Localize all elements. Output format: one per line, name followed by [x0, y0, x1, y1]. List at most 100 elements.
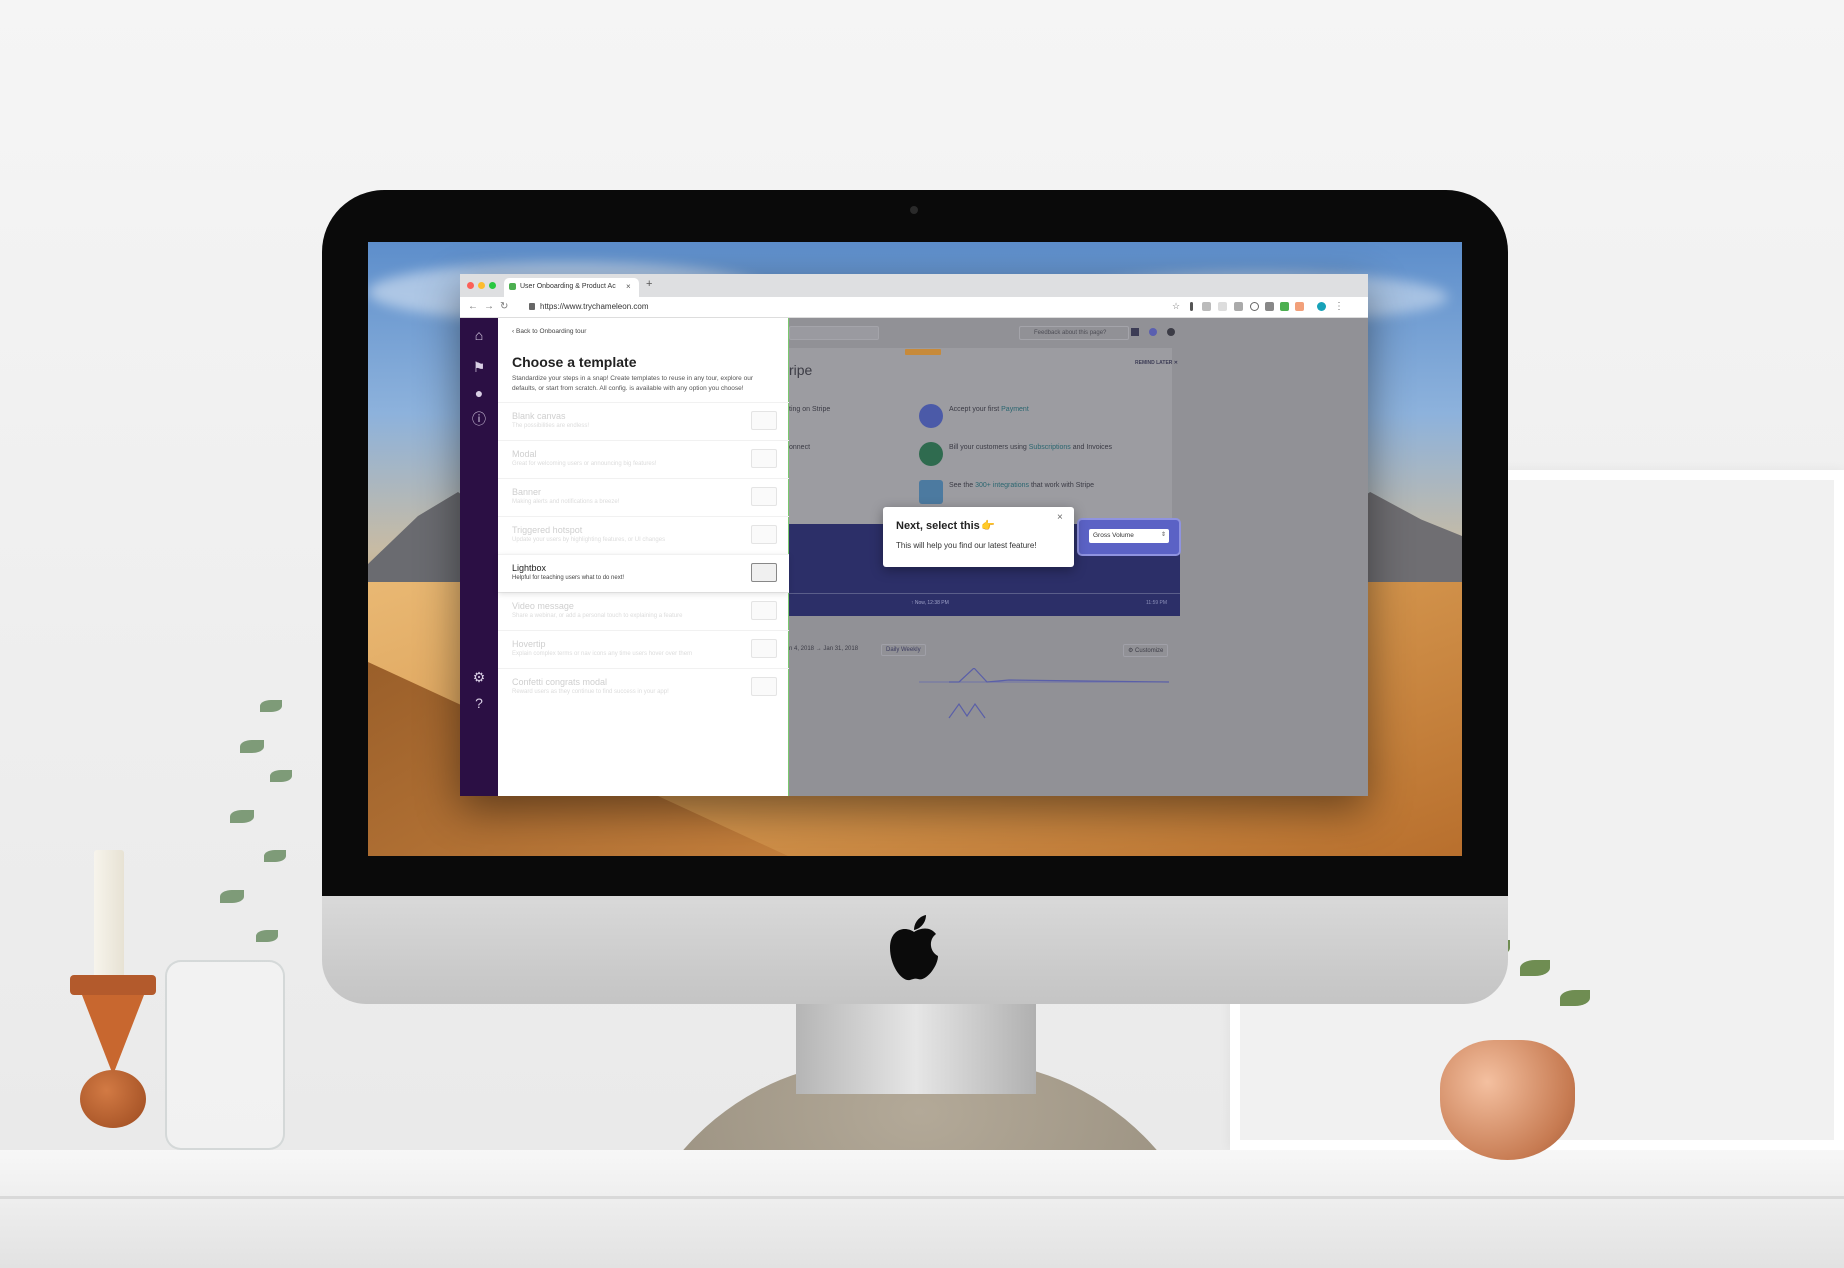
template-panel: ‹ Back to Onboarding tour Choose a templ… [498, 318, 789, 796]
tab-close-icon[interactable]: × [626, 282, 631, 291]
new-tab-icon[interactable]: + [646, 278, 652, 290]
home-icon[interactable]: ⌂ [470, 326, 488, 344]
template-desc: Helpful for teaching users what to do ne… [512, 575, 625, 581]
back-to-tour-link[interactable]: ‹ Back to Onboarding tour [512, 328, 586, 335]
lock-icon [529, 303, 535, 310]
url-input[interactable]: https://www.trychameleon.com [540, 302, 648, 311]
remind-later-link: REMIND LATER ✕ [1135, 360, 1178, 366]
template-desc: Explain complex terms or nav icons any t… [512, 651, 693, 657]
app-area: ⌂ ⚑ ● ⓘ ⚙ ? ‹ Back to Onboarding tour Ch… [460, 318, 1368, 796]
candle [94, 850, 124, 978]
template-item-triggered-hotspot[interactable]: Triggered hotspot Update your users by h… [498, 516, 789, 554]
user-icon [1167, 328, 1175, 336]
docs-icon [1131, 328, 1139, 336]
close-icon[interactable]: × [1057, 512, 1063, 523]
imac-stand [796, 1004, 1036, 1094]
dashboard-search [789, 326, 879, 340]
template-item-hovertip[interactable]: Hovertip Explain complex terms or nav ic… [498, 630, 789, 668]
template-thumbnail [751, 639, 777, 658]
highlighted-target[interactable]: Gross Volume ⇕ [1079, 520, 1179, 554]
template-title: Hovertip [512, 639, 546, 649]
task-row-integrations: See the 300+ integrations that work with… [949, 482, 1094, 489]
extension-icon[interactable] [1202, 302, 1211, 311]
extension-icon[interactable] [1190, 302, 1193, 311]
profile-avatar-icon[interactable] [1317, 302, 1326, 311]
address-bar: ← → ↻ https://www.trychameleon.com ☆ ⋮ [460, 297, 1368, 318]
subscriptions-icon [919, 442, 943, 466]
gross-volume-select[interactable]: Gross Volume ⇕ [1089, 529, 1169, 543]
template-title: Banner [512, 487, 542, 497]
template-thumbnail [751, 525, 777, 544]
template-item-blank-canvas[interactable]: Blank canvas The possibilities are endle… [498, 402, 789, 440]
extension-icon[interactable] [1265, 302, 1274, 311]
template-thumbnail [751, 411, 777, 430]
extension-icon[interactable] [1234, 302, 1243, 311]
template-title: Modal [512, 449, 537, 459]
chameleon-extension-icon[interactable] [1280, 302, 1289, 311]
chart-axis [789, 593, 1180, 594]
template-title: Lightbox [512, 563, 547, 573]
select-value: Gross Volume [1093, 532, 1134, 539]
template-item-lightbox[interactable]: Lightbox Helpful for teaching users what… [498, 554, 789, 592]
template-title: Video message [512, 601, 574, 611]
template-item-confetti-congrats-modal[interactable]: Confetti congrats modal Reward users as … [498, 668, 789, 706]
notifications-icon [1149, 328, 1157, 336]
dashboard-title-fragment: ripe [789, 362, 813, 378]
extension-icon[interactable] [1295, 302, 1304, 311]
browser-tab[interactable]: User Onboarding & Product Ac × [504, 278, 639, 297]
extension-icon[interactable] [1250, 302, 1259, 311]
feedback-input: Feedback about this page? [1019, 326, 1129, 340]
template-title: Blank canvas [512, 411, 566, 421]
template-desc: Great for welcoming users or announcing … [512, 461, 657, 467]
reload-icon[interactable]: ↻ [500, 301, 508, 312]
lightbulb-icon[interactable]: ● [470, 384, 488, 402]
pointing-hand-icon: 👉 [981, 520, 995, 532]
apple-logo-icon [890, 915, 938, 981]
template-desc: Share a webinar, or add a personal touch… [512, 613, 683, 619]
template-thumbnail [751, 601, 777, 620]
template-thumbnail [751, 677, 777, 696]
template-item-modal[interactable]: Modal Great for welcoming users or annou… [498, 440, 789, 478]
daily-weekly-toggle: Daily Weekly [881, 644, 926, 656]
template-item-video-message[interactable]: Video message Share a webinar, or add a … [498, 592, 789, 630]
template-desc: Making alerts and notifications a breeze… [512, 499, 620, 505]
sparkline-chart [919, 668, 1169, 719]
browser-menu-icon[interactable]: ⋮ [1334, 301, 1344, 312]
minimize-window-icon[interactable] [478, 282, 485, 289]
app-sidebar: ⌂ ⚑ ● ⓘ ⚙ ? [460, 318, 498, 796]
help-icon[interactable]: ? [470, 694, 488, 712]
template-item-banner[interactable]: Banner Making alerts and notifications a… [498, 478, 789, 516]
task-row-payment: Accept your first Payment [949, 406, 1029, 413]
chameleon-favicon-icon [509, 283, 516, 290]
bookmark-star-icon[interactable]: ☆ [1172, 301, 1180, 312]
page-title: Choose a template [512, 354, 637, 370]
template-thumbnail [751, 563, 777, 582]
back-arrow-icon[interactable]: ← [468, 301, 478, 312]
back-link-label: Back to Onboarding tour [515, 328, 587, 335]
template-thumbnail [751, 449, 777, 468]
settings-gear-icon[interactable]: ⚙ [470, 668, 488, 686]
forward-arrow-icon[interactable]: → [484, 301, 494, 312]
template-desc: Reward users as they continue to find su… [512, 689, 669, 695]
dimmed-dashboard: Feedback about this page? ripe REMIND LA… [789, 318, 1368, 796]
browser-window: User Onboarding & Product Ac × + ← → ↻ h… [460, 274, 1368, 796]
chart-end-label: 11:59 PM [1146, 600, 1168, 606]
template-desc: Update your users by highlighting featur… [512, 537, 666, 543]
camera-icon [910, 206, 918, 214]
customize-button: ⚙ Customize [1123, 644, 1169, 657]
maximize-window-icon[interactable] [489, 282, 496, 289]
lightbox-tooltip: Next, select this 👉 This will help you f… [883, 507, 1074, 567]
close-window-icon[interactable] [467, 282, 474, 289]
status-badge [905, 349, 941, 355]
task-row-subscriptions: Bill your customers using Subscriptions … [949, 444, 1113, 451]
tooltip-title: Next, select this [896, 520, 980, 532]
tooltip-body: This will help you find our latest featu… [896, 541, 1037, 550]
task-row-left: ting on Stripe [789, 406, 831, 413]
template-title: Triggered hotspot [512, 525, 583, 535]
extension-icon[interactable] [1218, 302, 1227, 311]
chart-now-label: ↑ Now, 12:38 PM [911, 600, 949, 606]
task-row-left: onnect [789, 444, 811, 451]
info-icon[interactable]: ⓘ [470, 410, 488, 428]
signpost-icon[interactable]: ⚑ [470, 358, 488, 376]
desk [0, 1150, 1844, 1268]
